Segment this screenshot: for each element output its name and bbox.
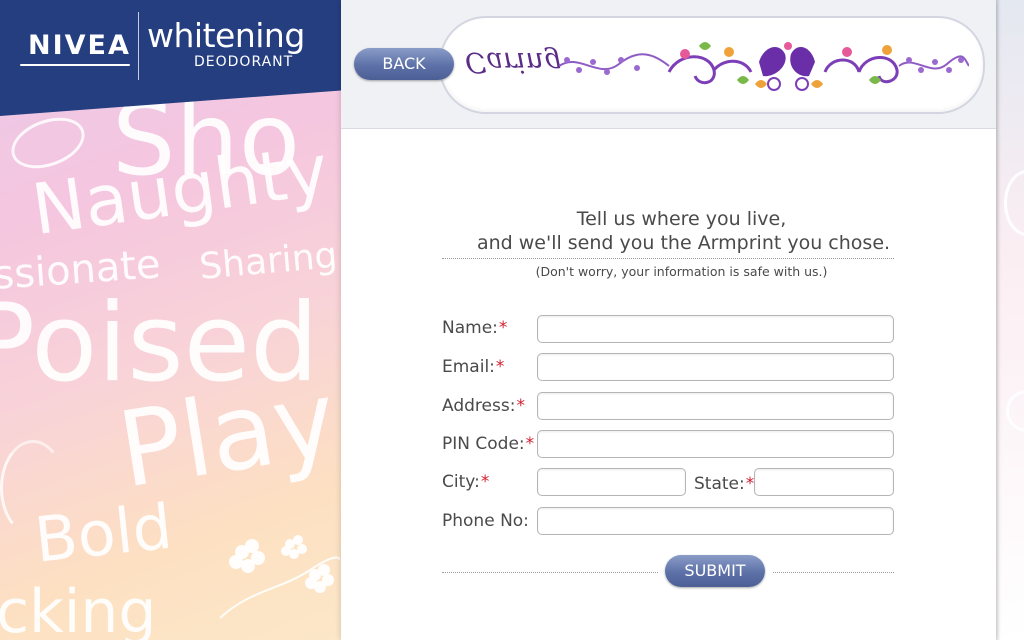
phone-field[interactable] [537,507,894,535]
pin-label-text: PIN Code: [442,434,525,454]
state-label-text: State: [694,474,745,494]
dotted-divider [442,572,658,573]
required-marker: * [480,472,490,492]
city-field[interactable] [537,468,686,496]
required-marker: * [516,396,525,416]
address-field[interactable] [537,392,894,420]
flower-decoration [220,535,340,619]
floral-ornament [559,42,969,91]
dotted-divider [442,258,894,259]
required-marker: * [745,474,755,494]
back-button[interactable]: BACK [354,48,454,80]
background-word: Play [110,357,342,512]
state-label: State:* [694,474,754,494]
right-edge-background [996,0,1024,640]
pin-code-field[interactable] [537,430,894,458]
email-field[interactable] [537,353,894,381]
header-bar: Caring BACK [341,0,996,129]
required-marker: * [525,434,535,454]
phone-label: Phone No: [442,511,529,531]
name-field[interactable] [537,315,894,343]
email-label-text: Email: [442,357,495,377]
name-label-text: Name: [442,318,498,338]
required-marker: * [495,357,505,377]
email-label: Email:* [442,357,504,377]
city-label: City:* [442,472,489,492]
banner-title: Caring [465,46,562,79]
required-marker: * [498,318,508,338]
city-label-text: City: [442,472,480,492]
form-heading-line2: and we'll send you the Armprint you chos… [476,232,891,254]
submit-button[interactable]: SUBMIT [665,555,765,587]
background-word: cking [0,577,157,640]
background-word: Sharing [197,234,339,288]
logo-underline [20,64,130,66]
product-name: whitening [147,16,305,55]
privacy-note: (Don't worry, your information is safe w… [535,264,828,279]
pin-label: PIN Code:* [442,434,534,454]
banner: Caring [439,16,985,114]
phone-label-text: Phone No: [442,511,529,531]
address-label-text: Address: [442,396,516,416]
nivea-logo: NIVEA [28,30,131,61]
swirl-decoration [0,440,66,536]
decorative-background: Sho Naughty ssionate Sharing Poised Play… [0,0,342,640]
form-heading-line1: Tell us where you live, [576,208,787,230]
swirl-decoration [1006,390,1024,432]
state-field[interactable] [754,468,894,496]
logo-divider [138,12,139,80]
address-label: Address:* [442,396,525,416]
right-edge-shadow [996,0,1000,640]
dotted-divider [773,572,894,573]
main-panel: Caring BACK Tell us where you live, and … [341,0,996,640]
product-subtitle: DEODORANT [194,54,294,70]
name-label: Name:* [442,318,507,338]
